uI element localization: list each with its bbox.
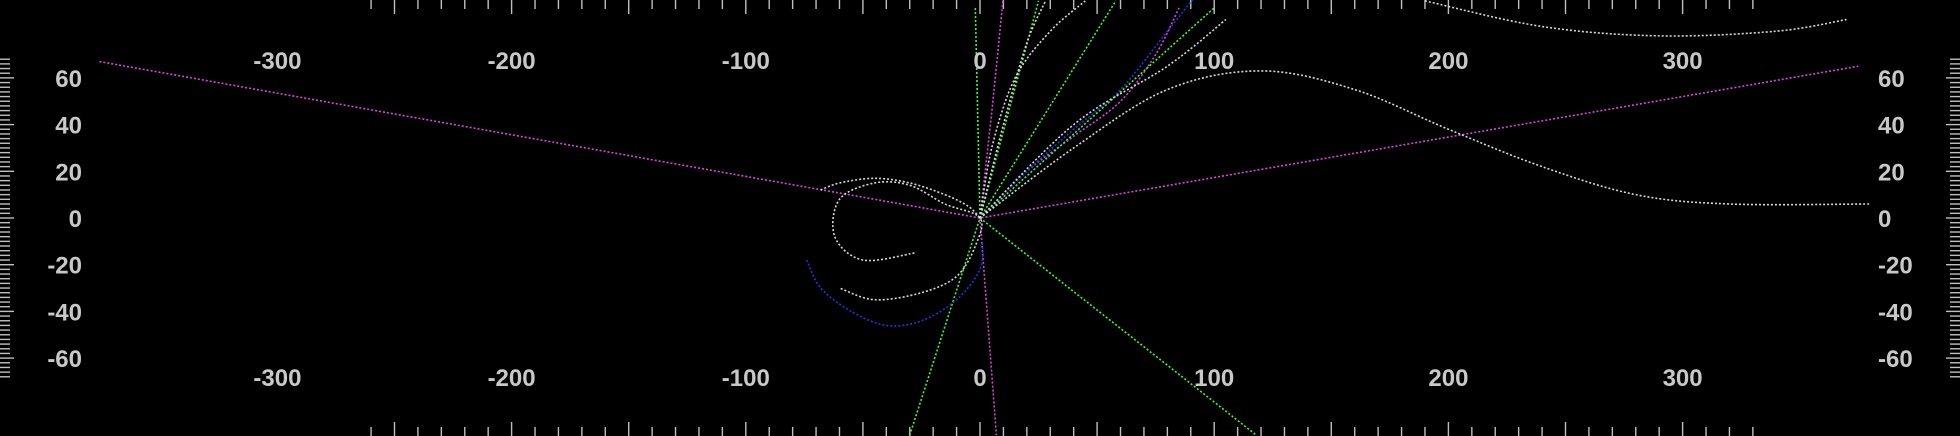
y-tick-label-left: 60 <box>55 66 82 93</box>
series-line-magenta <box>979 7 1180 219</box>
series-line-magenta <box>979 0 1004 219</box>
y-tick-label-right: -40 <box>1878 299 1913 326</box>
series-line-blue <box>979 0 1194 219</box>
y-tick-label-left: -40 <box>47 299 82 326</box>
series-line-magenta <box>979 217 998 436</box>
x-tick-label-top: 300 <box>1663 48 1703 75</box>
series-line-green <box>979 7 1215 219</box>
y-tick-label-right: 40 <box>1878 113 1905 140</box>
x-tick-label-bottom: 200 <box>1428 365 1468 392</box>
x-tick-label-top: -100 <box>722 48 770 75</box>
series-line-green <box>979 217 1257 436</box>
series-line-white <box>820 177 981 219</box>
x-tick-label-bottom: -200 <box>488 365 536 392</box>
y-tick-label-right: 20 <box>1878 159 1905 186</box>
series-line-blue <box>805 241 984 327</box>
x-tick-label-top: -200 <box>488 48 536 75</box>
series-line-green <box>974 7 981 219</box>
x-tick-label-bottom: 0 <box>973 365 986 392</box>
series-line-white <box>979 18 1227 219</box>
y-tick-label-left: -20 <box>47 253 82 280</box>
y-tick-label-left: 20 <box>55 159 82 186</box>
y-tick-label-left: -60 <box>47 346 82 373</box>
y-tick-label-right: 0 <box>1878 206 1891 233</box>
x-tick-label-top: 200 <box>1428 48 1468 75</box>
x-tick-label-bottom: -300 <box>253 365 301 392</box>
y-tick-label-right: -20 <box>1878 253 1913 280</box>
x-tick-label-top: 100 <box>1194 48 1234 75</box>
x-tick-label-bottom: -100 <box>722 365 770 392</box>
y-tick-label-left: 0 <box>69 206 82 233</box>
y-tick-label-right: -60 <box>1878 346 1913 373</box>
x-tick-label-bottom: 100 <box>1194 365 1234 392</box>
y-tick-label-right: 60 <box>1878 66 1905 93</box>
series-line-white <box>979 0 1086 219</box>
y-tick-label-left: 40 <box>55 113 82 140</box>
series-line-magenta <box>99 60 1859 219</box>
x-tick-label-top: -300 <box>253 48 301 75</box>
x-tick-label-bottom: 300 <box>1663 365 1703 392</box>
series-line-white <box>979 0 1047 219</box>
x-tick-label-top: 0 <box>973 48 986 75</box>
series-line-white <box>979 70 1870 219</box>
chart-plot: -300-300-200-200-100-1000010010020020030… <box>0 0 1960 436</box>
